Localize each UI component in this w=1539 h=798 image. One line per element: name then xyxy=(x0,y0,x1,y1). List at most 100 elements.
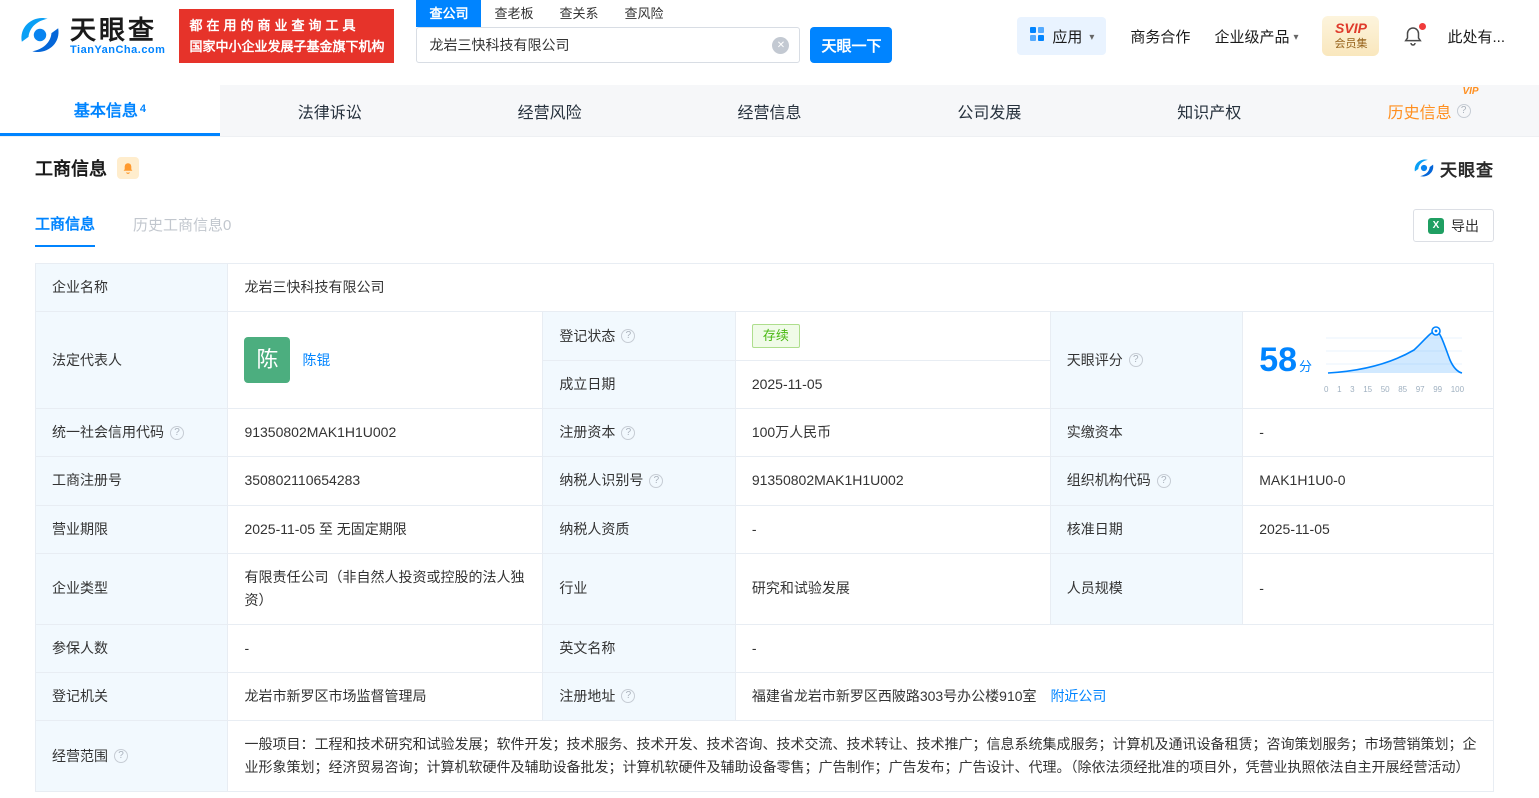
logo-swirl-icon xyxy=(18,13,62,60)
score-number: 58 分 xyxy=(1259,340,1313,379)
chevron-down-icon: ▾ xyxy=(1293,31,1299,43)
field-label-reg-authority: 登记机关 xyxy=(34,671,229,722)
header-right: 应用 ▾ 商务合作 企业级产品 ▾ SVIP 会员集 此处有... xyxy=(1017,16,1539,56)
search-input-wrap: ✕ xyxy=(416,27,801,63)
field-label-paid-capital: 实缴资本 xyxy=(1049,408,1244,458)
search-input[interactable] xyxy=(417,37,800,53)
field-label-business-scope: 经营范围? xyxy=(34,720,229,793)
help-icon[interactable]: ? xyxy=(621,329,636,344)
enterprise-products-link[interactable]: 企业级产品 ▾ xyxy=(1214,26,1298,47)
field-value-business-scope: 一般项目：工程和技术研究和试验发展；软件开发；技术服务、技术开发、技术咨询、技术… xyxy=(227,720,1494,793)
table-row: 统一社会信用代码? 91350802MAK1H1U002 注册资本? 100万人… xyxy=(34,408,1494,458)
reg-address-text: 福建省龙岩市新罗区西陂路303号办公楼910室 xyxy=(751,687,1037,704)
field-value-reg-address: 福建省龙岩市新罗区西陂路303号办公楼910室 附近公司 xyxy=(734,671,1495,722)
help-icon[interactable]: ? xyxy=(170,425,184,440)
header-more-text[interactable]: 此处有... xyxy=(1447,26,1505,47)
tab-operational-risk[interactable]: 经营风险 xyxy=(440,85,660,136)
svip-sublabel: 会员集 xyxy=(1334,37,1368,50)
tab-basic-info-count: 4 xyxy=(139,103,146,115)
top-header: 天眼查 TianYanCha.com 都在用的商业查询工具 国家中小企业发展子基… xyxy=(0,0,1539,72)
avatar: 陈 xyxy=(244,337,291,384)
logo-swirl-icon xyxy=(1414,159,1434,177)
field-label-staff-size: 人员规模 xyxy=(1049,552,1244,625)
field-value-company-name: 龙岩三快科技有限公司 xyxy=(227,262,1494,313)
field-label-score: 天眼评分 ? xyxy=(1049,311,1244,410)
field-value-staff-size: - xyxy=(1242,552,1494,625)
field-label-taxpayer-id: 纳税人识别号? xyxy=(542,456,736,506)
subtab-current-info[interactable]: 工商信息 xyxy=(35,213,96,247)
help-icon[interactable]: ? xyxy=(114,749,128,764)
search-button[interactable]: 天眼一下 xyxy=(810,27,893,63)
vip-badge: VIP xyxy=(1462,85,1479,97)
tab-intellectual-property[interactable]: 知识产权 xyxy=(1099,85,1319,136)
brand-slogan: 都在用的商业查询工具 国家中小企业发展子基金旗下机构 xyxy=(179,8,395,64)
search-tab-company[interactable]: 查公司 xyxy=(416,0,482,27)
business-info-table: 企业名称 龙岩三快科技有限公司 法定代表人 陈 陈锟 登记状态 ? 存续 天眼评… xyxy=(34,262,1495,793)
export-button[interactable]: X 导出 xyxy=(1413,209,1494,242)
slogan-line2: 国家中小企业发展子基金旗下机构 xyxy=(189,39,385,54)
legal-rep-link[interactable]: 陈锟 xyxy=(302,349,330,372)
subscribe-bell-icon[interactable] xyxy=(117,157,139,179)
tab-company-development[interactable]: 公司发展 xyxy=(879,85,1099,136)
apps-label: 应用 xyxy=(1052,28,1083,46)
field-value-score: 58 分 0 1 3 15 50 85 97 99 100 xyxy=(1242,311,1494,410)
field-label-industry: 行业 xyxy=(542,552,736,625)
field-label-reg-address: 注册地址? xyxy=(542,671,736,722)
table-row: 企业类型 有限责任公司（非自然人投资或控股的法人独资） 行业 研究和试验发展 人… xyxy=(34,552,1494,625)
field-label-company-type: 企业类型 xyxy=(34,552,229,625)
notification-dot xyxy=(1419,23,1427,30)
tianyancha-logo[interactable]: 天眼查 TianYanCha.com xyxy=(18,13,165,60)
field-value-legal-rep: 陈 陈锟 xyxy=(227,311,544,410)
notification-bell-icon[interactable] xyxy=(1403,23,1427,46)
field-value-industry: 研究和试验发展 xyxy=(734,552,1051,625)
table-row: 营业期限 2025-11-05 至 无固定期限 纳税人资质 - 核准日期 202… xyxy=(34,504,1494,554)
table-row: 企业名称 龙岩三快科技有限公司 xyxy=(34,262,1494,313)
logo-subtitle: TianYanCha.com xyxy=(70,44,166,57)
table-row: 参保人数 - 英文名称 - xyxy=(34,623,1495,673)
help-icon[interactable]: ? xyxy=(1128,353,1143,368)
field-label-legal-rep: 法定代表人 xyxy=(34,311,229,410)
search-tab-risk[interactable]: 查风险 xyxy=(612,0,677,27)
field-value-taxpayer-id: 91350802MAK1H1U002 xyxy=(734,456,1051,506)
field-label-credit-code: 统一社会信用代码? xyxy=(34,408,229,458)
field-label-reg-status: 登记状态 ? xyxy=(542,311,736,362)
table-row: 法定代表人 陈 陈锟 登记状态 ? 存续 天眼评分 ? 58 分 0 1 3 1… xyxy=(34,311,1494,410)
field-value-insured: - xyxy=(227,623,544,673)
field-value-reg-number: 350802110654283 xyxy=(227,456,544,506)
tab-history-info[interactable]: 历史信息 ? VIP xyxy=(1319,85,1539,136)
tab-legal-proceedings[interactable]: 法律诉讼 xyxy=(220,85,440,136)
field-value-reg-capital: 100万人民币 xyxy=(734,408,1051,458)
field-value-org-code: MAK1H1U0-0 xyxy=(1242,456,1494,506)
field-value-business-term: 2025-11-05 至 无固定期限 xyxy=(227,504,544,554)
search-tab-relation[interactable]: 查关系 xyxy=(546,0,611,27)
export-label: 导出 xyxy=(1451,217,1479,234)
tab-business-info[interactable]: 经营信息 xyxy=(660,85,880,136)
tab-basic-info[interactable]: 基本信息 4 xyxy=(0,85,220,136)
help-icon[interactable]: ? xyxy=(621,425,636,440)
field-label-org-code: 组织机构代码? xyxy=(1049,456,1244,506)
search-type-tabs: 查公司 查老板 查关系 查风险 xyxy=(416,0,892,27)
apps-grid-icon xyxy=(1029,26,1045,46)
help-icon[interactable]: ? xyxy=(1456,103,1471,118)
search-tab-boss[interactable]: 查老板 xyxy=(481,0,546,27)
business-cooperation-link[interactable]: 商务合作 xyxy=(1130,26,1190,47)
field-label-approval-date: 核准日期 xyxy=(1049,504,1244,554)
field-value-establish-date: 2025-11-05 xyxy=(734,360,1051,410)
watermark-logo: 天眼查 xyxy=(1413,156,1494,181)
help-icon[interactable]: ? xyxy=(1156,474,1171,489)
enterprise-products-label: 企业级产品 xyxy=(1214,28,1290,46)
help-icon[interactable]: ? xyxy=(649,474,664,489)
clear-search-icon[interactable]: ✕ xyxy=(772,36,790,54)
help-icon[interactable]: ? xyxy=(621,689,636,704)
logo-title: 天眼查 xyxy=(70,14,158,45)
tab-basic-info-label: 基本信息 xyxy=(73,103,138,120)
score-curve-chart: 0 1 3 15 50 85 97 99 100 xyxy=(1324,325,1464,396)
apps-menu-button[interactable]: 应用 ▾ xyxy=(1017,17,1107,55)
nearby-companies-link[interactable]: 附近公司 xyxy=(1050,688,1106,704)
table-row: 登记机关 龙岩市新罗区市场监督管理局 注册地址? 福建省龙岩市新罗区西陂路303… xyxy=(34,671,1495,722)
svip-member-badge[interactable]: SVIP 会员集 xyxy=(1322,16,1380,56)
subtab-history-info[interactable]: 历史工商信息0 xyxy=(133,214,231,246)
section-title: 工商信息 xyxy=(35,159,107,179)
field-label-establish-date: 成立日期 xyxy=(542,360,736,410)
main-content: 工商信息 天眼查 工商信息 历史工商信息0 X 导出 企业名称 龙岩三快科技有限… xyxy=(0,137,1539,793)
